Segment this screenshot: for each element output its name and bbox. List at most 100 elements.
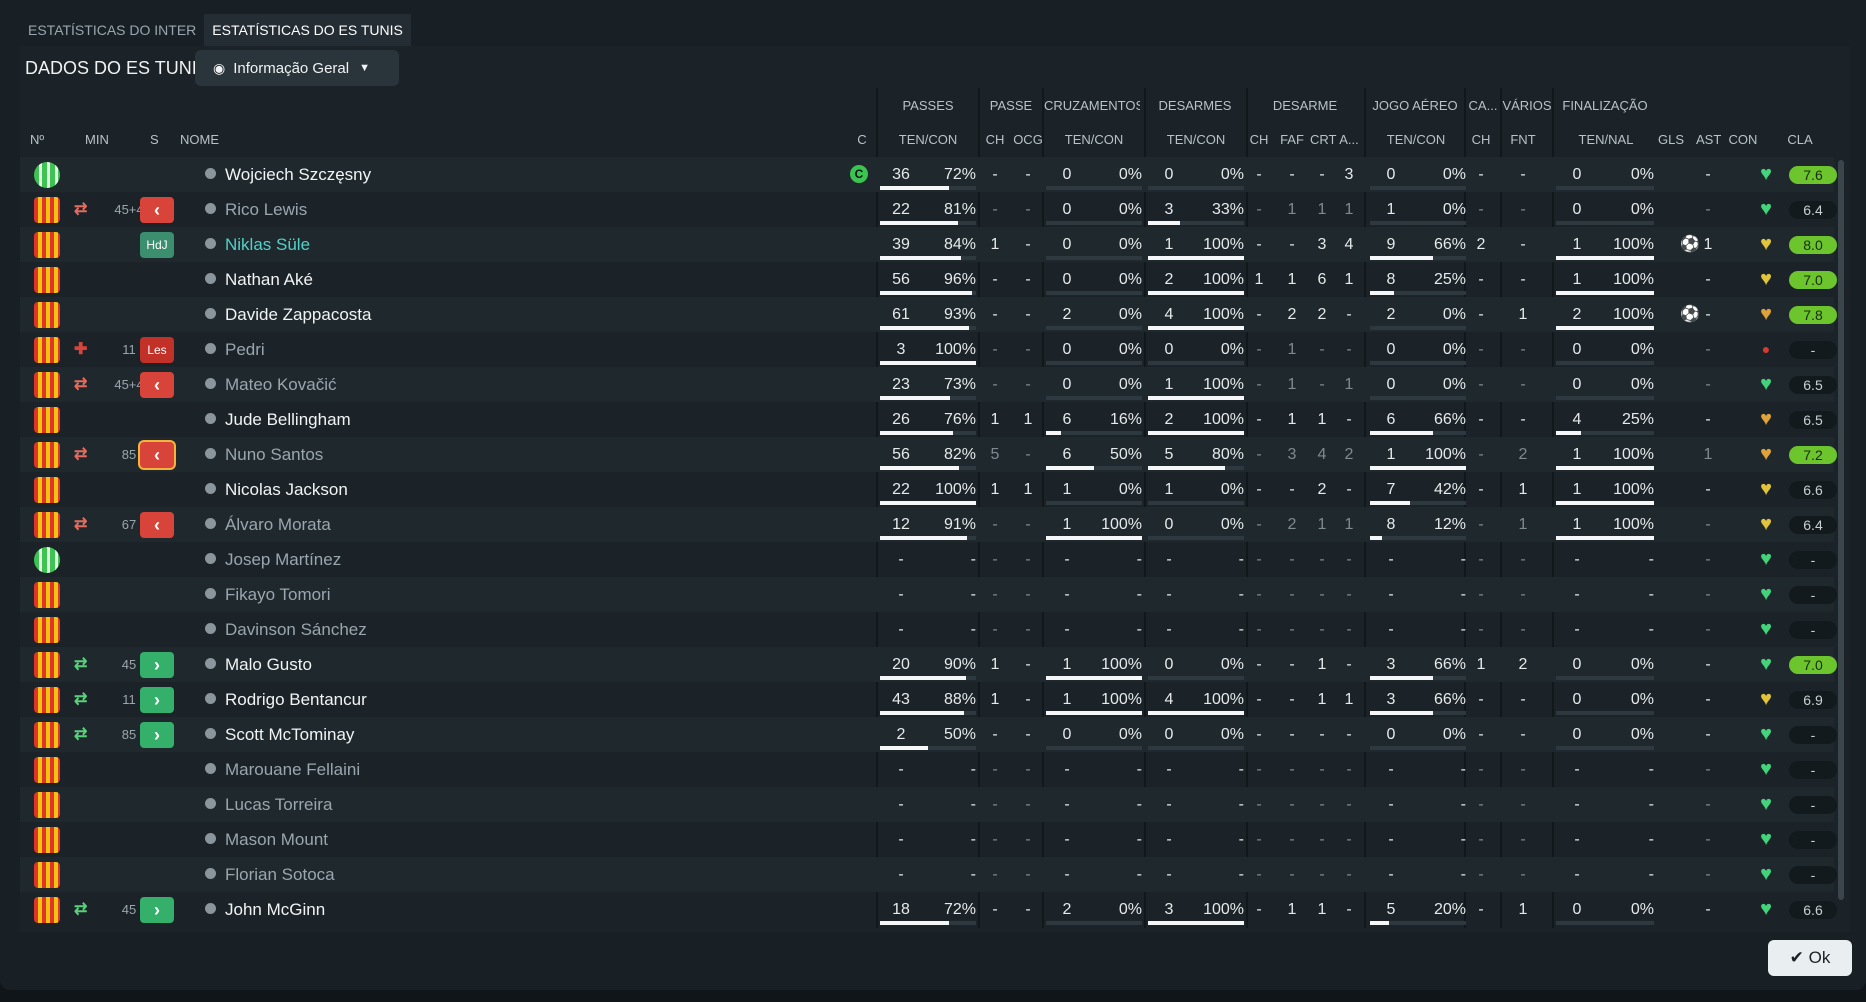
stat-tackles-bar-fill (1148, 921, 1244, 925)
table-row[interactable]: Mason Mount - - - - - - - - - - - - - - - - - - - ♥ - (20, 822, 1837, 857)
stat-assists: - (1705, 201, 1711, 218)
player-name[interactable]: Rodrigo Bentancur (205, 682, 367, 717)
table-row[interactable]: ⇄ 45+4 ‹ Rico Lewis 22 81% 0 0% 3 33% 1 0% 0 0% - - -1 1 1… (20, 192, 1837, 227)
stat-pass-ocg: 1 (1023, 411, 1033, 428)
player-name[interactable]: Pedri (205, 332, 265, 367)
table-row[interactable]: Wojciech Szczęsny C 36 72% 0 0% 0 0% 0 0% 0 0% - - - - -… (20, 157, 1837, 192)
stat-crt: - (1319, 831, 1325, 848)
column-header: GLS (1658, 132, 1685, 147)
stat-tackle-ch: - (1256, 866, 1262, 883)
player-name[interactable]: Davinson Sánchez (205, 612, 367, 647)
player-name[interactable]: Davide Zappacosta (205, 297, 371, 332)
player-name[interactable]: John McGinn (205, 892, 325, 927)
status-badge[interactable]: › (140, 722, 174, 748)
stat-a: - (1346, 306, 1352, 323)
status-badge[interactable]: › (140, 897, 174, 923)
stat-aerial-bar (1370, 746, 1466, 750)
table-row[interactable]: ⇄ 85 › Scott McTominay 2 50% 0 0% 0 0% 0 0% 0 0% - - - - -… (20, 717, 1837, 752)
table-row[interactable]: Jude Bellingham 26 76% 6 16% 2 100% 6 66% 4 25% 1 1-… (20, 402, 1837, 437)
player-name[interactable]: Nicolas Jackson (205, 472, 348, 507)
ok-button[interactable]: ✔ Ok (1768, 940, 1852, 976)
player-name[interactable]: Marouane Fellaini (205, 752, 360, 787)
status-badge[interactable]: › (140, 687, 174, 713)
condition-heart-icon: ♥ (1760, 828, 1772, 850)
player-name[interactable]: Nuno Santos (205, 437, 323, 472)
stat-crt: 4 (1317, 446, 1327, 463)
table-row[interactable]: ⇄ 67 ‹ Álvaro Morata 12 91% 1 100% 0 0% 8 12% 1 100% -… (20, 507, 1837, 542)
table-row[interactable]: ✚ 11 Les Pedri 3 100% 0 0% 0 0% 0 0% 0 0% - - -1- - - - - ● - (20, 332, 1837, 367)
rating-badge: - (1789, 831, 1837, 849)
status-badge[interactable]: ‹ (140, 197, 174, 223)
rating-badge: 7.6 (1789, 166, 1837, 184)
player-name[interactable]: Mason Mount (205, 822, 328, 857)
player-name[interactable]: Rico Lewis (205, 192, 307, 227)
stat-crosses-attempts: - (1064, 586, 1070, 603)
status-badge[interactable]: HdJ (140, 232, 174, 258)
kit-icon (34, 442, 60, 468)
column-header: TEN/CON (898, 132, 958, 147)
player-name[interactable]: Álvaro Morata (205, 507, 331, 542)
status-badge[interactable]: › (140, 652, 174, 678)
player-name[interactable]: Mateo Kovačić (205, 367, 337, 402)
substitution-icon: ⇄ (74, 516, 88, 533)
stat-crosses-bar (1046, 256, 1142, 260)
stat-aerial-bar (1370, 396, 1466, 400)
stat-fnt: - (1520, 411, 1526, 428)
player-name[interactable]: Wojciech Szczęsny (205, 157, 371, 192)
table-row[interactable]: HdJ Niklas Süle 39 84% 0 0% 1 100% 9 66% 1 100% 1- - -… (20, 227, 1837, 262)
table-row[interactable]: ⇄ 45 › John McGinn 18 72% 2 0% 3 100% 5 20% 0 0% - - -1 1… (20, 892, 1837, 927)
player-name[interactable]: Scott McTominay (205, 717, 354, 752)
stat-aerial-bar (1370, 186, 1466, 190)
status-badge[interactable]: Les (140, 337, 174, 363)
player-name[interactable]: Niklas Süle (205, 227, 310, 262)
stat-aerial-pct: - (1460, 551, 1466, 568)
player-name[interactable]: Jude Bellingham (205, 402, 351, 437)
table-row[interactable]: Davinson Sánchez - - - - - - - - - - - - - - - - - - - ♥ - (20, 612, 1837, 647)
table-row[interactable]: ⇄ 45 › Malo Gusto 20 90% 1 100% 0 0% 3 66% 0 0% 1- - -1-… (20, 647, 1837, 682)
stat-passes-bar (880, 256, 976, 260)
table-row[interactable]: ⇄ 85 ‹ Nuno Santos 56 82% 6 50% 5 80% 1 100% 1 100% 5-… (20, 437, 1837, 472)
stat-faf: 3 (1287, 446, 1297, 463)
stat-shots-pct: - (1648, 866, 1654, 883)
stat-shots-bar (1556, 746, 1654, 750)
table-row[interactable]: ⇄ 11 › Rodrigo Bentancur 43 88% 1 100% 4 100% 3 66%… (20, 682, 1837, 717)
stat-ca-ch: - (1478, 376, 1484, 393)
player-name-text: Lucas Torreira (225, 795, 333, 814)
status-badge[interactable]: ‹ (140, 442, 174, 468)
rating-badge: 6.4 (1789, 516, 1837, 534)
player-name[interactable]: Lucas Torreira (205, 787, 332, 822)
stat-faf: 1 (1287, 201, 1297, 218)
player-name[interactable]: Malo Gusto (205, 647, 312, 682)
stat-pass-ch: - (992, 621, 998, 638)
table-row[interactable]: Davide Zappacosta 61 93% 2 0% 4 100% 2 0% 2 100% - -… (20, 297, 1837, 332)
table-row[interactable]: Josep Martínez - - - - - - - - - - - - - - - - - - - ♥ - (20, 542, 1837, 577)
person-icon (205, 203, 216, 215)
scrollbar[interactable] (1838, 160, 1844, 900)
table-row[interactable]: Nathan Aké 56 96% 0 0% 2 100% 8 25% 1 100% - -1 1 6 1- -… (20, 262, 1837, 297)
player-name[interactable]: Nathan Aké (205, 262, 313, 297)
table-row[interactable]: ⇄ 45+4 ‹ Mateo Kovačić 23 73% 0 0% 1 100% 0 0% 0 0% - -… (20, 367, 1837, 402)
stat-pass-ocg: - (1025, 761, 1031, 778)
table-row[interactable]: Nicolas Jackson 22 100% 1 0% 1 0% 7 42% 1 100% 1 1- -… (20, 472, 1837, 507)
person-icon (205, 833, 216, 845)
status-badge[interactable]: ‹ (140, 372, 174, 398)
stat-aerial-attempts: - (1388, 586, 1394, 603)
player-name[interactable]: Florian Sotoca (205, 857, 335, 892)
tab-es-tunis-stats[interactable]: ESTATÍSTICAS DO ES TUNIS (204, 14, 411, 46)
table-row[interactable]: Lucas Torreira - - - - - - - - - - - - - - - - - - - ♥ - (20, 787, 1837, 822)
stat-passes-pct: - (970, 796, 976, 813)
player-name[interactable]: Fikayo Tomori (205, 577, 331, 612)
view-dropdown[interactable]: ◉ Informação Geral ▼ (195, 50, 399, 86)
column-header: S (150, 132, 159, 147)
stat-a: - (1346, 551, 1352, 568)
player-name[interactable]: Josep Martínez (205, 542, 341, 577)
tab-inter-stats[interactable]: ESTATÍSTICAS DO INTER (20, 14, 204, 46)
table-row[interactable]: Marouane Fellaini - - - - - - - - - - - - - - - - - - - ♥ - (20, 752, 1837, 787)
status-badge[interactable]: ‹ (140, 512, 174, 538)
stat-tackles-attempts: - (1166, 551, 1172, 568)
stat-tackle-ch: - (1256, 341, 1262, 358)
table-row[interactable]: Fikayo Tomori - - - - - - - - - - - - - - - - - - - ♥ - (20, 577, 1837, 612)
stat-tackles-bar (1148, 711, 1244, 715)
stat-aerial-bar (1370, 326, 1466, 330)
table-row[interactable]: Florian Sotoca - - - - - - - - - - - - - - - - - - - ♥ - (20, 857, 1837, 892)
